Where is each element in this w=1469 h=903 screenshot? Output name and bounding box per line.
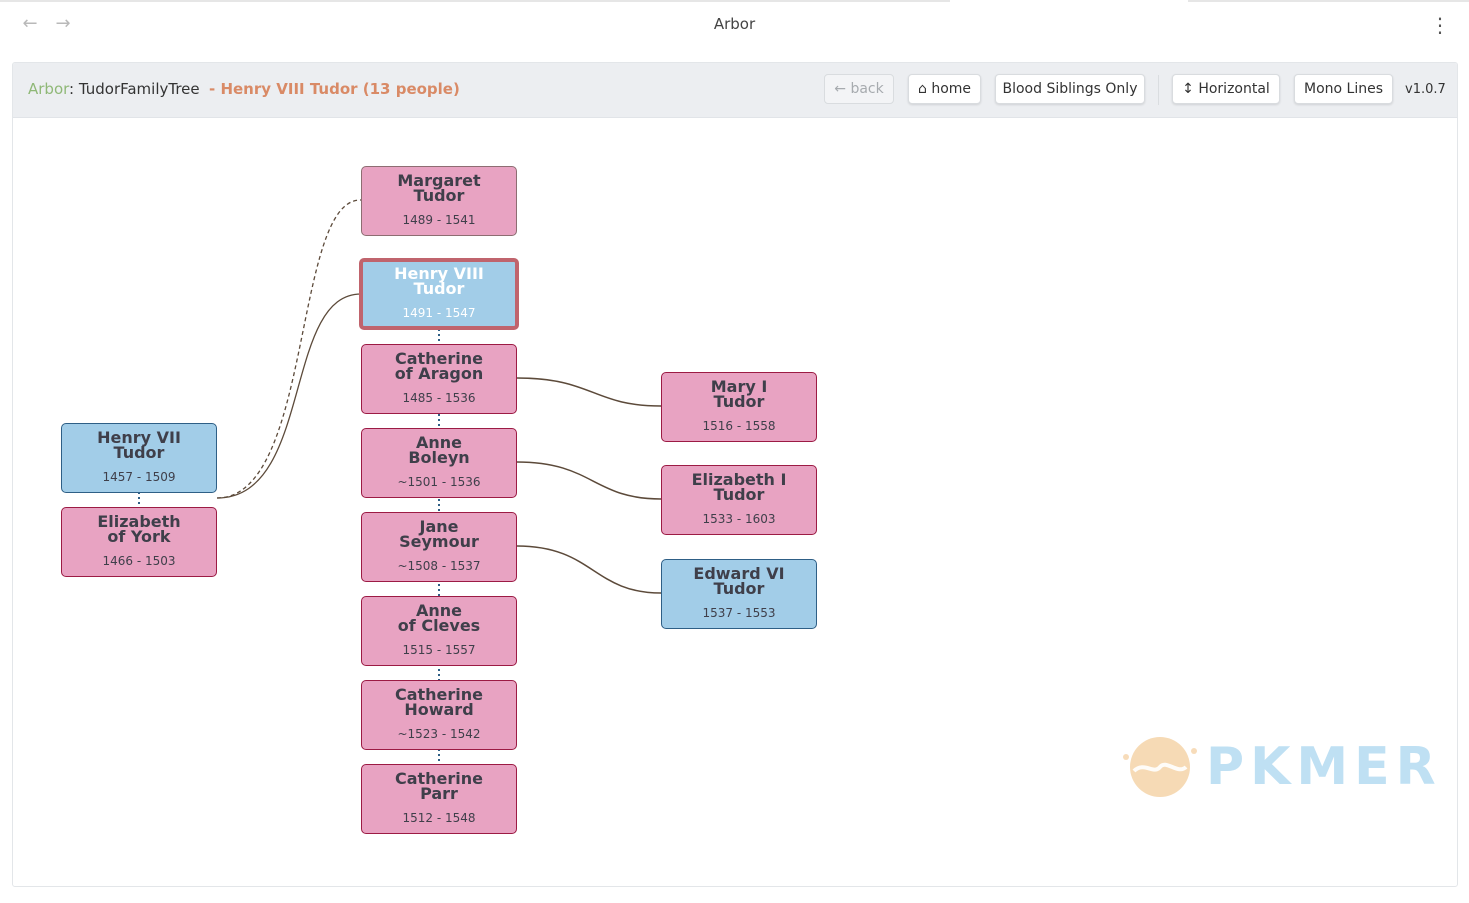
person-card[interactable]: Anne Boleyn ~1501 - 1536 [361, 428, 517, 498]
person-dates: 1491 - 1547 [402, 306, 476, 320]
person-dates: 1489 - 1541 [402, 213, 476, 227]
link-seymour-edward [516, 545, 662, 594]
toolbar-divider [1158, 75, 1159, 105]
person-card[interactable]: Catherine of Aragon 1485 - 1536 [361, 344, 517, 414]
pkmer-watermark: PKMER [1108, 727, 1438, 807]
tab-indicator [0, 0, 950, 2]
arbor-toolbar: Arbor: TudorFamilyTree - Henry VIII Tudo… [13, 63, 1457, 118]
person-card[interactable]: Jane Seymour ~1508 - 1537 [361, 512, 517, 582]
person-name: Catherine Howard [394, 685, 484, 719]
person-name: Elizabeth of York [97, 512, 181, 546]
person-card[interactable]: Edward VI Tudor 1537 - 1553 [661, 559, 817, 629]
link-aragon-mary [516, 377, 662, 407]
brand-separator: : [69, 80, 79, 98]
brand-name: Arbor [28, 80, 70, 98]
person-dates: 1466 - 1503 [102, 554, 176, 568]
person-card[interactable]: Elizabeth I Tudor 1533 - 1603 [661, 465, 817, 535]
person-dates: 1515 - 1557 [402, 643, 476, 657]
person-card-selected[interactable]: Henry VIII Tudor 1491 - 1547 [359, 258, 519, 330]
person-dates: 1516 - 1558 [702, 419, 776, 433]
home-button[interactable]: ⌂ home [908, 74, 981, 104]
person-name: Henry VIII Tudor [394, 264, 484, 298]
person-card[interactable]: Catherine Howard ~1523 - 1542 [361, 680, 517, 750]
person-dates: ~1508 - 1537 [397, 559, 481, 573]
orientation-toggle[interactable]: ↕ Horizontal [1172, 74, 1280, 104]
back-button[interactable]: ← back [824, 74, 894, 104]
person-card[interactable]: Henry VII Tudor 1457 - 1509 [61, 423, 217, 493]
person-name: Mary I Tudor [710, 377, 768, 411]
person-dates: 1537 - 1553 [702, 606, 776, 620]
person-name: Edward VI Tudor [693, 564, 785, 598]
link-boleyn-elizabeth [516, 461, 662, 500]
file-name: TudorFamilyTree [78, 80, 200, 98]
tab-indicator-right [1188, 0, 1469, 2]
person-name: Anne of Cleves [397, 601, 481, 635]
app-titlebar: ← → Arbor ⋮ [0, 0, 1469, 52]
person-card[interactable]: Margaret Tudor 1489 - 1541 [361, 166, 517, 236]
person-dates: 1512 - 1548 [402, 811, 476, 825]
person-dates: 1457 - 1509 [102, 470, 176, 484]
person-card[interactable]: Anne of Cleves 1515 - 1557 [361, 596, 517, 666]
person-name: Henry VII Tudor [97, 428, 181, 462]
person-dates: ~1523 - 1542 [397, 727, 481, 741]
version-label: v1.0.7 [1405, 82, 1446, 97]
focus-person-label: - Henry VIII Tudor (13 people) [209, 80, 460, 98]
window-title: Arbor [713, 15, 756, 33]
person-name: Margaret Tudor [397, 171, 481, 205]
toolbar-title: Arbor: TudorFamilyTree [28, 80, 200, 98]
person-card[interactable]: Elizabeth of York 1466 - 1503 [61, 507, 217, 577]
person-name: Jane Seymour [399, 517, 479, 551]
person-name: Anne Boleyn [408, 433, 470, 467]
person-dates: 1485 - 1536 [402, 391, 476, 405]
more-options-icon[interactable]: ⋮ [1430, 11, 1450, 39]
person-card[interactable]: Catherine Parr 1512 - 1548 [361, 764, 517, 834]
watermark-text: PKMER [1206, 737, 1442, 797]
person-name: Catherine Parr [394, 769, 484, 803]
person-dates: 1533 - 1603 [702, 512, 776, 526]
person-name: Catherine of Aragon [394, 349, 484, 383]
person-name: Elizabeth I Tudor [691, 470, 787, 504]
link-parents-margaret [216, 199, 362, 499]
mono-lines-toggle[interactable]: Mono Lines [1294, 74, 1393, 104]
person-dates: ~1501 - 1536 [397, 475, 481, 489]
blood-siblings-toggle[interactable]: Blood Siblings Only [995, 74, 1145, 104]
pkmer-logo-icon [1123, 737, 1197, 797]
person-card[interactable]: Mary I Tudor 1516 - 1558 [661, 372, 817, 442]
